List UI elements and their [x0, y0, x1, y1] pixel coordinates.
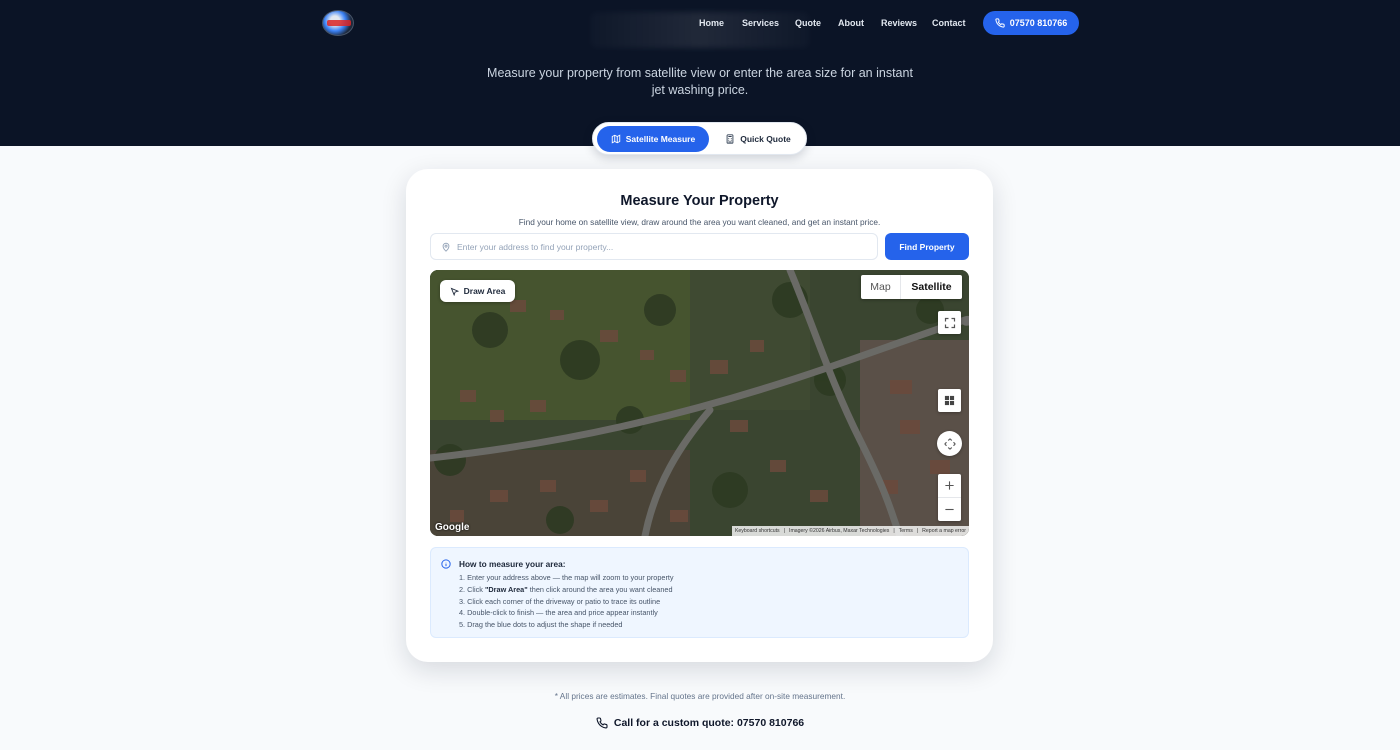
terms-link[interactable]: Terms	[899, 528, 913, 534]
estimate-disclaimer: * All prices are estimates. Final quotes…	[554, 691, 846, 701]
instructions-box: How to measure your area: 1. Enter your …	[430, 547, 969, 638]
tab-satellite-measure[interactable]: Satellite Measure	[597, 126, 709, 152]
pan-arrows-icon	[943, 437, 956, 450]
nav-quote[interactable]: Quote	[795, 18, 821, 28]
mode-tabs: Satellite Measure Quick Quote	[592, 122, 807, 155]
instruction-step: 4. Double-click to finish — the area and…	[459, 608, 658, 618]
hero-subtitle: Measure your property from satellite vie…	[487, 66, 913, 97]
zoom-in-button[interactable]	[938, 475, 961, 498]
info-icon	[441, 559, 451, 569]
nav-home[interactable]: Home	[699, 18, 724, 28]
satellite-imagery	[430, 270, 969, 536]
zoom-control	[938, 474, 961, 521]
map-type-control: Map Satellite	[861, 275, 962, 299]
tab-label: Satellite Measure	[625, 134, 696, 144]
nav-contact[interactable]: Contact	[932, 18, 966, 28]
draw-area-label: Draw Area	[463, 286, 506, 296]
phone-button[interactable]: 07570 810766	[983, 11, 1079, 35]
report-error-link[interactable]: Report a map error	[922, 528, 966, 534]
measure-card: Measure Your Property Find your home on …	[406, 169, 993, 662]
keyboard-shortcuts-link[interactable]: Keyboard shortcuts	[735, 528, 780, 534]
location-pin-icon	[442, 242, 450, 252]
map-icon	[611, 134, 620, 144]
zoom-out-button[interactable]	[938, 498, 961, 521]
map-type-satellite-button[interactable]: Satellite	[901, 275, 962, 299]
grid-icon	[944, 395, 955, 406]
call-quote-link[interactable]: Call for a custom quote: 07570 810766	[0, 717, 1400, 729]
nav-services[interactable]: Services	[742, 18, 779, 28]
instructions-list: 1. Enter your address above — the map wi…	[459, 572, 674, 631]
instructions-title: How to measure your area:	[459, 559, 566, 569]
nav-reviews[interactable]: Reviews	[881, 18, 917, 28]
address-input[interactable]	[457, 241, 857, 252]
address-field[interactable]	[430, 233, 878, 260]
phone-number: 07570 810766	[1009, 18, 1068, 28]
instruction-step: 1. Enter your address above — the map wi…	[459, 573, 674, 582]
map-attribution: Keyboard shortcuts | Imagery ©2026 Airbu…	[731, 526, 969, 536]
plus-icon	[945, 481, 954, 490]
google-logo: Google	[435, 522, 470, 533]
instruction-step: 3. Click each corner of the driveway or …	[459, 596, 661, 606]
instruction-step: 5. Drag the blue dots to adjust the shap…	[459, 620, 623, 630]
company-logo[interactable]	[322, 10, 354, 36]
cursor-icon	[450, 287, 459, 296]
tab-label: Quick Quote	[740, 134, 791, 144]
draw-area-button[interactable]: Draw Area	[440, 280, 515, 302]
fullscreen-icon	[944, 317, 955, 328]
card-subtitle: Find your home on satellite view, draw a…	[518, 217, 881, 227]
call-quote-text: Call for a custom quote: 07570 810766	[613, 717, 805, 729]
layers-button[interactable]	[938, 389, 961, 412]
find-property-button[interactable]: Find Property	[885, 233, 969, 260]
card-title: Measure Your Property	[620, 193, 779, 209]
camera-control[interactable]	[937, 431, 962, 456]
nav-about[interactable]: About	[838, 18, 864, 28]
satellite-map[interactable]: Draw Area Map Satellite Google Keyboard …	[430, 270, 969, 536]
fullscreen-button[interactable]	[938, 311, 961, 334]
instruction-step: 2. Click "Draw Area" then click around t…	[459, 584, 673, 594]
phone-icon	[596, 717, 608, 729]
calculator-icon	[726, 134, 734, 144]
map-type-map-button[interactable]: Map	[861, 275, 901, 299]
minus-icon	[945, 508, 954, 510]
phone-icon	[995, 18, 1005, 28]
imagery-credit: Imagery ©2026 Airbus, Maxar Technologies	[789, 528, 890, 534]
tab-quick-quote[interactable]: Quick Quote	[713, 126, 803, 152]
